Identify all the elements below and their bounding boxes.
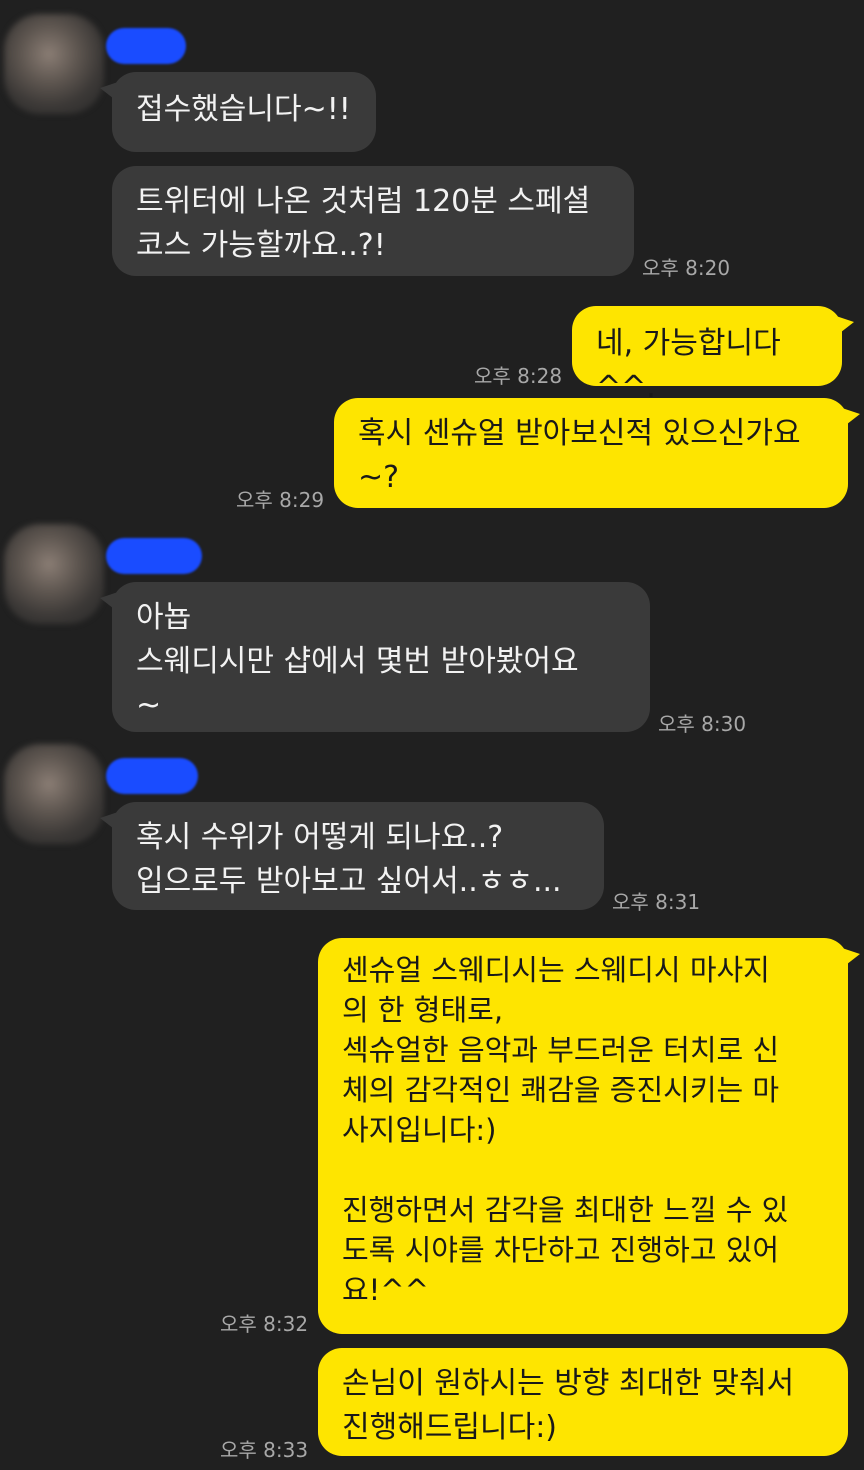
message-time: 오후 8:32 <box>220 1312 309 1336</box>
message-time: 오후 8:31 <box>612 890 701 914</box>
outgoing-message[interactable]: 네, 가능합니다^^. <box>572 306 854 405</box>
message-time: 오후 8:30 <box>658 712 747 736</box>
incoming-message[interactable]: 아뇹 스웨디시만 샵에서 몇번 받아봤어요 ~ <box>100 582 650 732</box>
incoming-message[interactable]: 트위터에 나온 것처럼 120분 스페셜 코스 가능할까요..?! <box>112 166 634 276</box>
outgoing-message[interactable]: 센슈얼 스웨디시는 스웨디시 마사지 의 한 형태로, 섹슈얼한 음악과 부드러… <box>318 938 860 1334</box>
message-time: 오후 8:20 <box>642 256 731 280</box>
message-time: 오후 8:28 <box>474 364 563 388</box>
outgoing-message[interactable]: 손님이 원하시는 방향 최대한 맞춰서 진행해드립니다:) <box>318 1348 848 1456</box>
message-time: 오후 8:29 <box>236 488 325 512</box>
chat-window[interactable]: 접수했습니다~!! 트위터에 나온 것처럼 120분 스페셜 코스 가능할까요.… <box>0 0 864 1470</box>
incoming-message[interactable]: 혹시 수위가 어떻게 되나요..? 입으로두 받아보고 싶어서..ㅎㅎ... <box>100 802 604 910</box>
redacted-sender-name <box>106 538 202 574</box>
incoming-message[interactable]: 접수했습니다~!! <box>100 72 376 152</box>
message-time: 오후 8:33 <box>220 1438 309 1462</box>
redacted-sender-name <box>106 758 198 794</box>
outgoing-message[interactable]: 혹시 센슈얼 받아보신적 있으신가요 ~? <box>334 398 860 508</box>
sender-avatar[interactable] <box>4 524 104 624</box>
sender-avatar[interactable] <box>4 14 104 114</box>
redacted-sender-name <box>106 28 186 64</box>
sender-avatar[interactable] <box>4 744 104 844</box>
